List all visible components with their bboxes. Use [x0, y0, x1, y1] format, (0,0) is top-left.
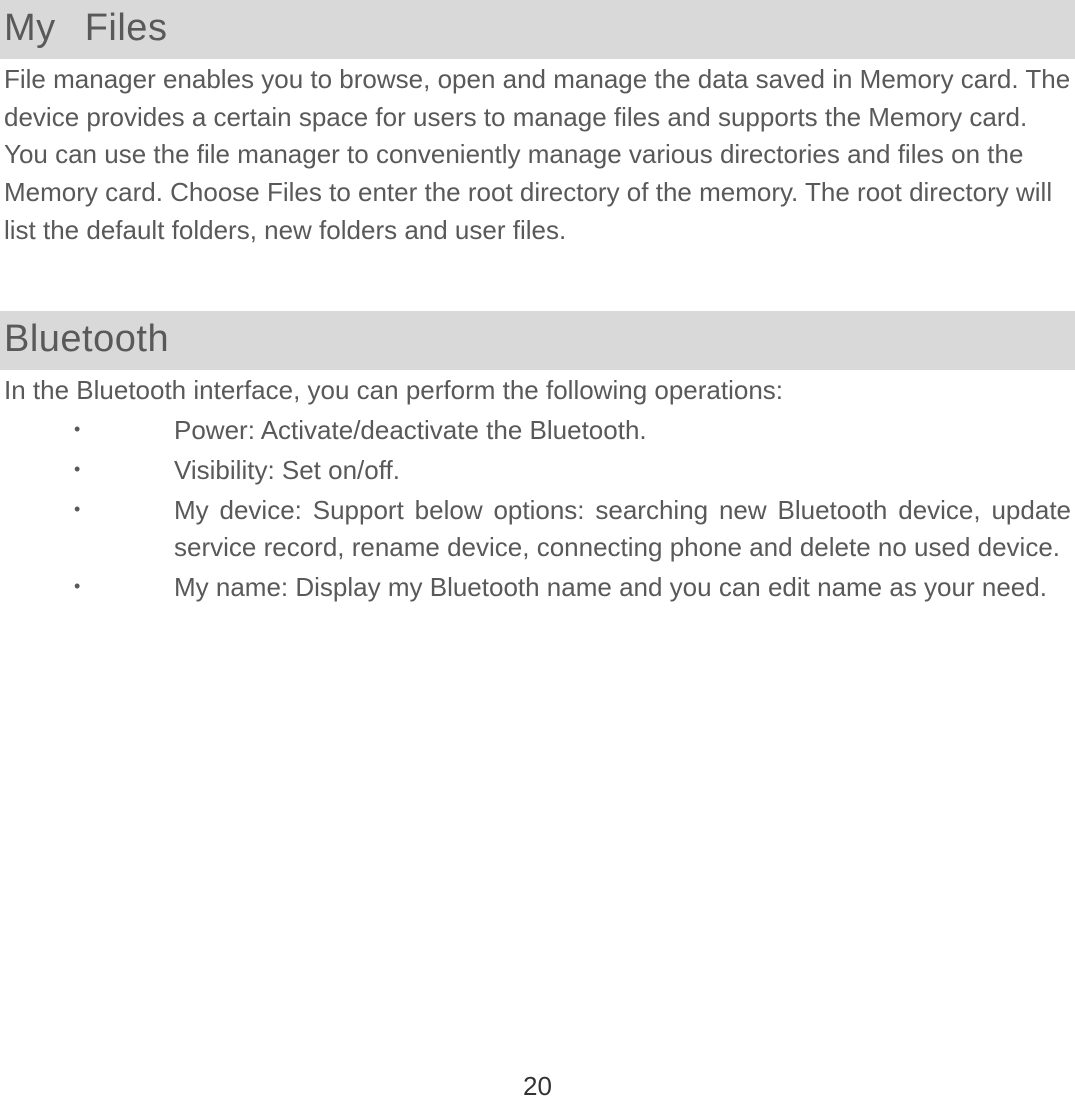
page-number: 20	[0, 1067, 1075, 1106]
list-item: • My name: Display my Bluetooth name and…	[0, 569, 1075, 607]
heading-bluetooth: Bluetooth	[0, 311, 1075, 370]
bluetooth-list: • Power: Activate/deactivate the Bluetoo…	[0, 412, 1075, 606]
body-bluetooth-intro: In the Bluetooth interface, you can perf…	[0, 370, 1075, 412]
bullet-text: My name: Display my Bluetooth name and y…	[174, 569, 1071, 607]
bullet-icon: •	[4, 452, 174, 486]
bullet-icon: •	[4, 412, 174, 446]
bullet-icon: •	[4, 569, 174, 603]
list-item: • Power: Activate/deactivate the Bluetoo…	[0, 412, 1075, 450]
list-item: • My device: Support below options: sear…	[0, 492, 1075, 567]
bullet-text: Power: Activate/deactivate the Bluetooth…	[174, 412, 1071, 450]
bullet-text: My device: Support below options: search…	[174, 492, 1071, 567]
list-item: • Visibility: Set on/off.	[0, 452, 1075, 490]
body-my-files: File manager enables you to browse, open…	[0, 59, 1075, 251]
bullet-text: Visibility: Set on/off.	[174, 452, 1071, 490]
bullet-icon: •	[4, 492, 174, 526]
section-spacer	[0, 251, 1075, 311]
heading-my-files: My Files	[0, 0, 1075, 59]
